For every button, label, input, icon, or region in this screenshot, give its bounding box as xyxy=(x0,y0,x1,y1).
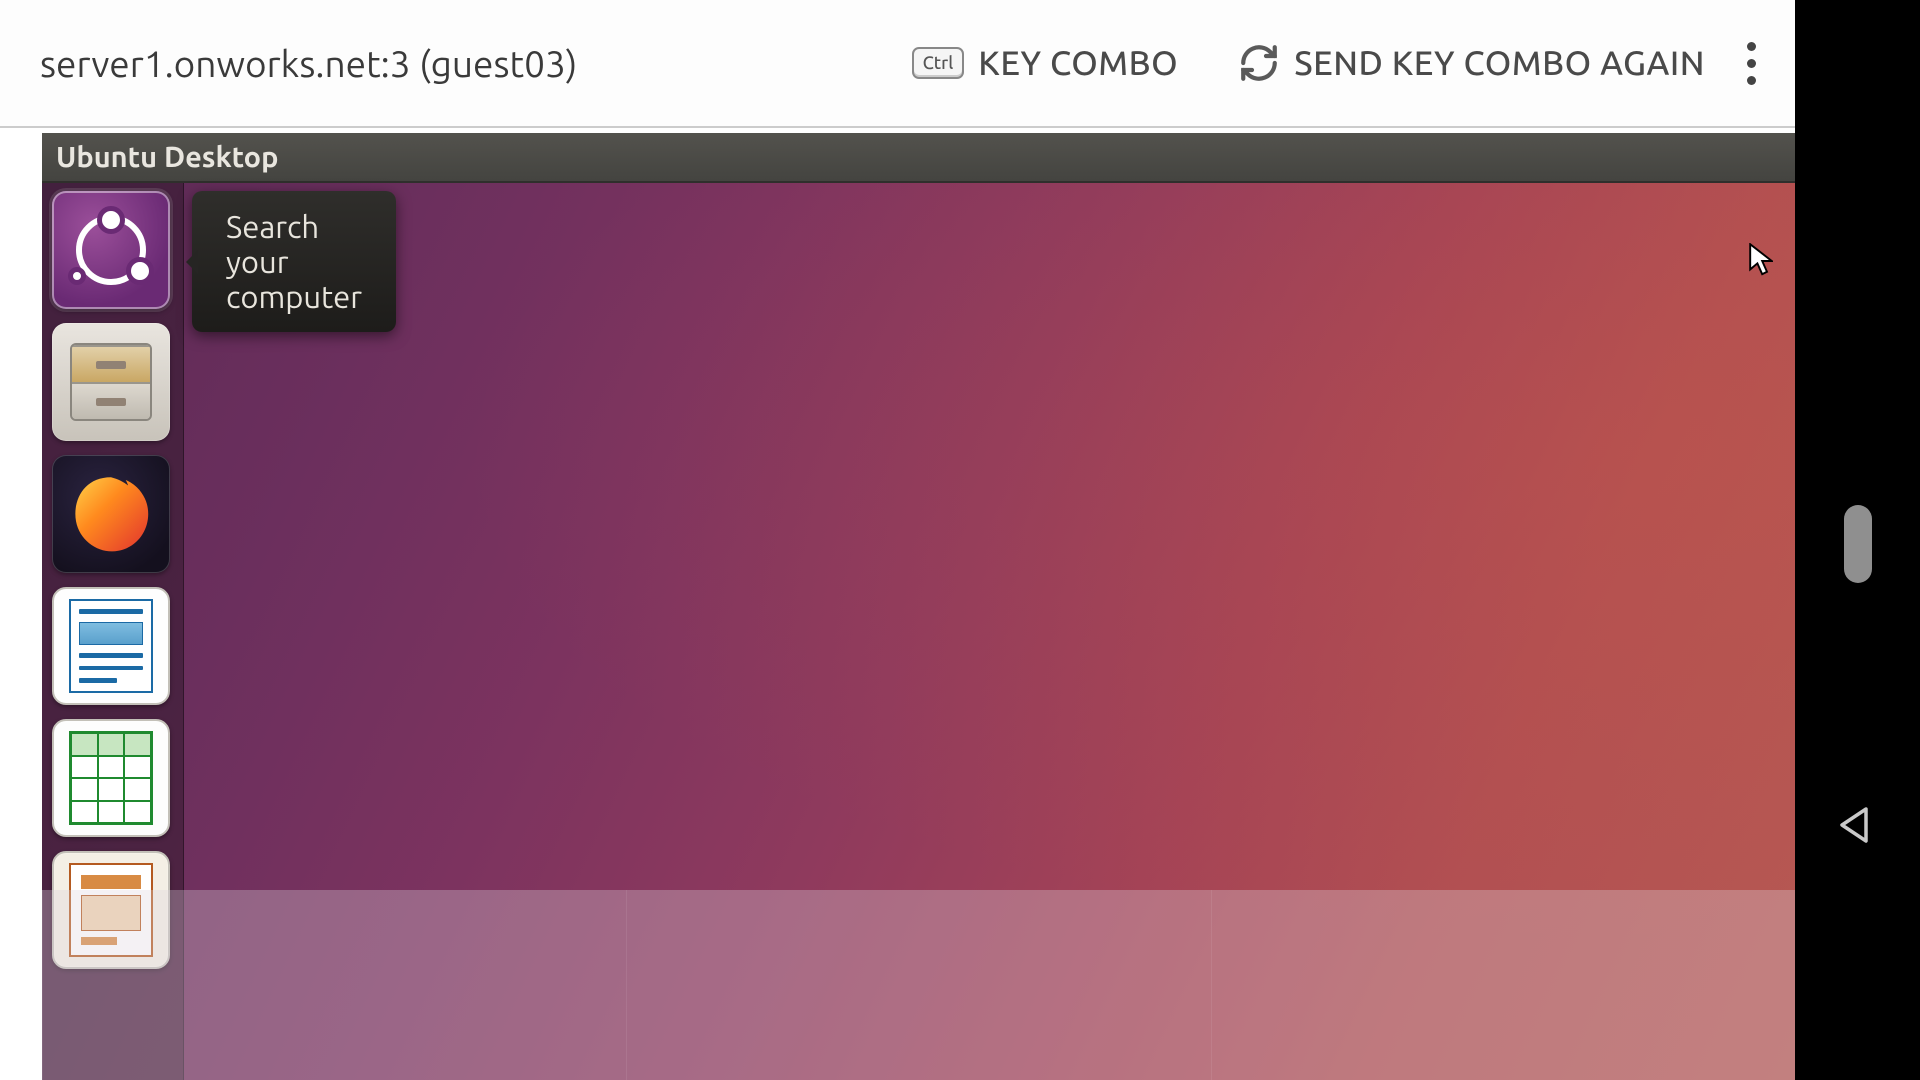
launcher-dash-button[interactable] xyxy=(52,191,170,309)
key-combo-label: KEY COMBO xyxy=(978,44,1178,82)
ubuntu-menu-bar[interactable]: Ubuntu Desktop xyxy=(42,133,1795,183)
writer-icon xyxy=(69,599,153,693)
ubuntu-logo-icon xyxy=(76,215,146,285)
dot-icon xyxy=(1747,42,1756,51)
mouse-cursor-icon xyxy=(1749,243,1773,277)
android-back-button[interactable] xyxy=(1836,805,1876,849)
calc-icon xyxy=(69,731,153,825)
launcher-calc-button[interactable] xyxy=(52,719,170,837)
connection-address: server1.onworks.net:3 (guest03) xyxy=(0,43,882,84)
file-manager-icon xyxy=(70,343,152,421)
ctrl-key-icon: Ctrl xyxy=(912,47,965,79)
firefox-icon xyxy=(65,468,157,560)
remote-desktop-viewport[interactable]: Ubuntu Desktop Search your computer xyxy=(42,133,1795,1080)
scrollbar-thumb[interactable] xyxy=(1844,505,1872,583)
overlay-cell xyxy=(42,890,626,1080)
overlay-strip xyxy=(42,890,1795,1080)
overlay-cell xyxy=(626,890,1210,1080)
device-frame-right xyxy=(1795,0,1920,1080)
launcher-writer-button[interactable] xyxy=(52,587,170,705)
viewer-toolbar: server1.onworks.net:3 (guest03) Ctrl KEY… xyxy=(0,0,1795,128)
more-options-button[interactable] xyxy=(1735,42,1795,85)
dot-icon xyxy=(1747,59,1756,68)
launcher-tooltip: Search your computer xyxy=(192,191,396,332)
launcher-files-button[interactable] xyxy=(52,323,170,441)
send-key-combo-again-button[interactable]: SEND KEY COMBO AGAIN xyxy=(1208,42,1735,84)
send-again-label: SEND KEY COMBO AGAIN xyxy=(1294,44,1705,82)
launcher-firefox-button[interactable] xyxy=(52,455,170,573)
refresh-icon xyxy=(1238,42,1280,84)
menu-bar-title: Ubuntu Desktop xyxy=(56,141,278,173)
overlay-cell xyxy=(1211,890,1795,1080)
key-combo-button[interactable]: Ctrl KEY COMBO xyxy=(882,44,1209,82)
dot-icon xyxy=(1747,76,1756,85)
ubuntu-desktop-wallpaper[interactable]: Search your computer xyxy=(42,183,1795,1080)
